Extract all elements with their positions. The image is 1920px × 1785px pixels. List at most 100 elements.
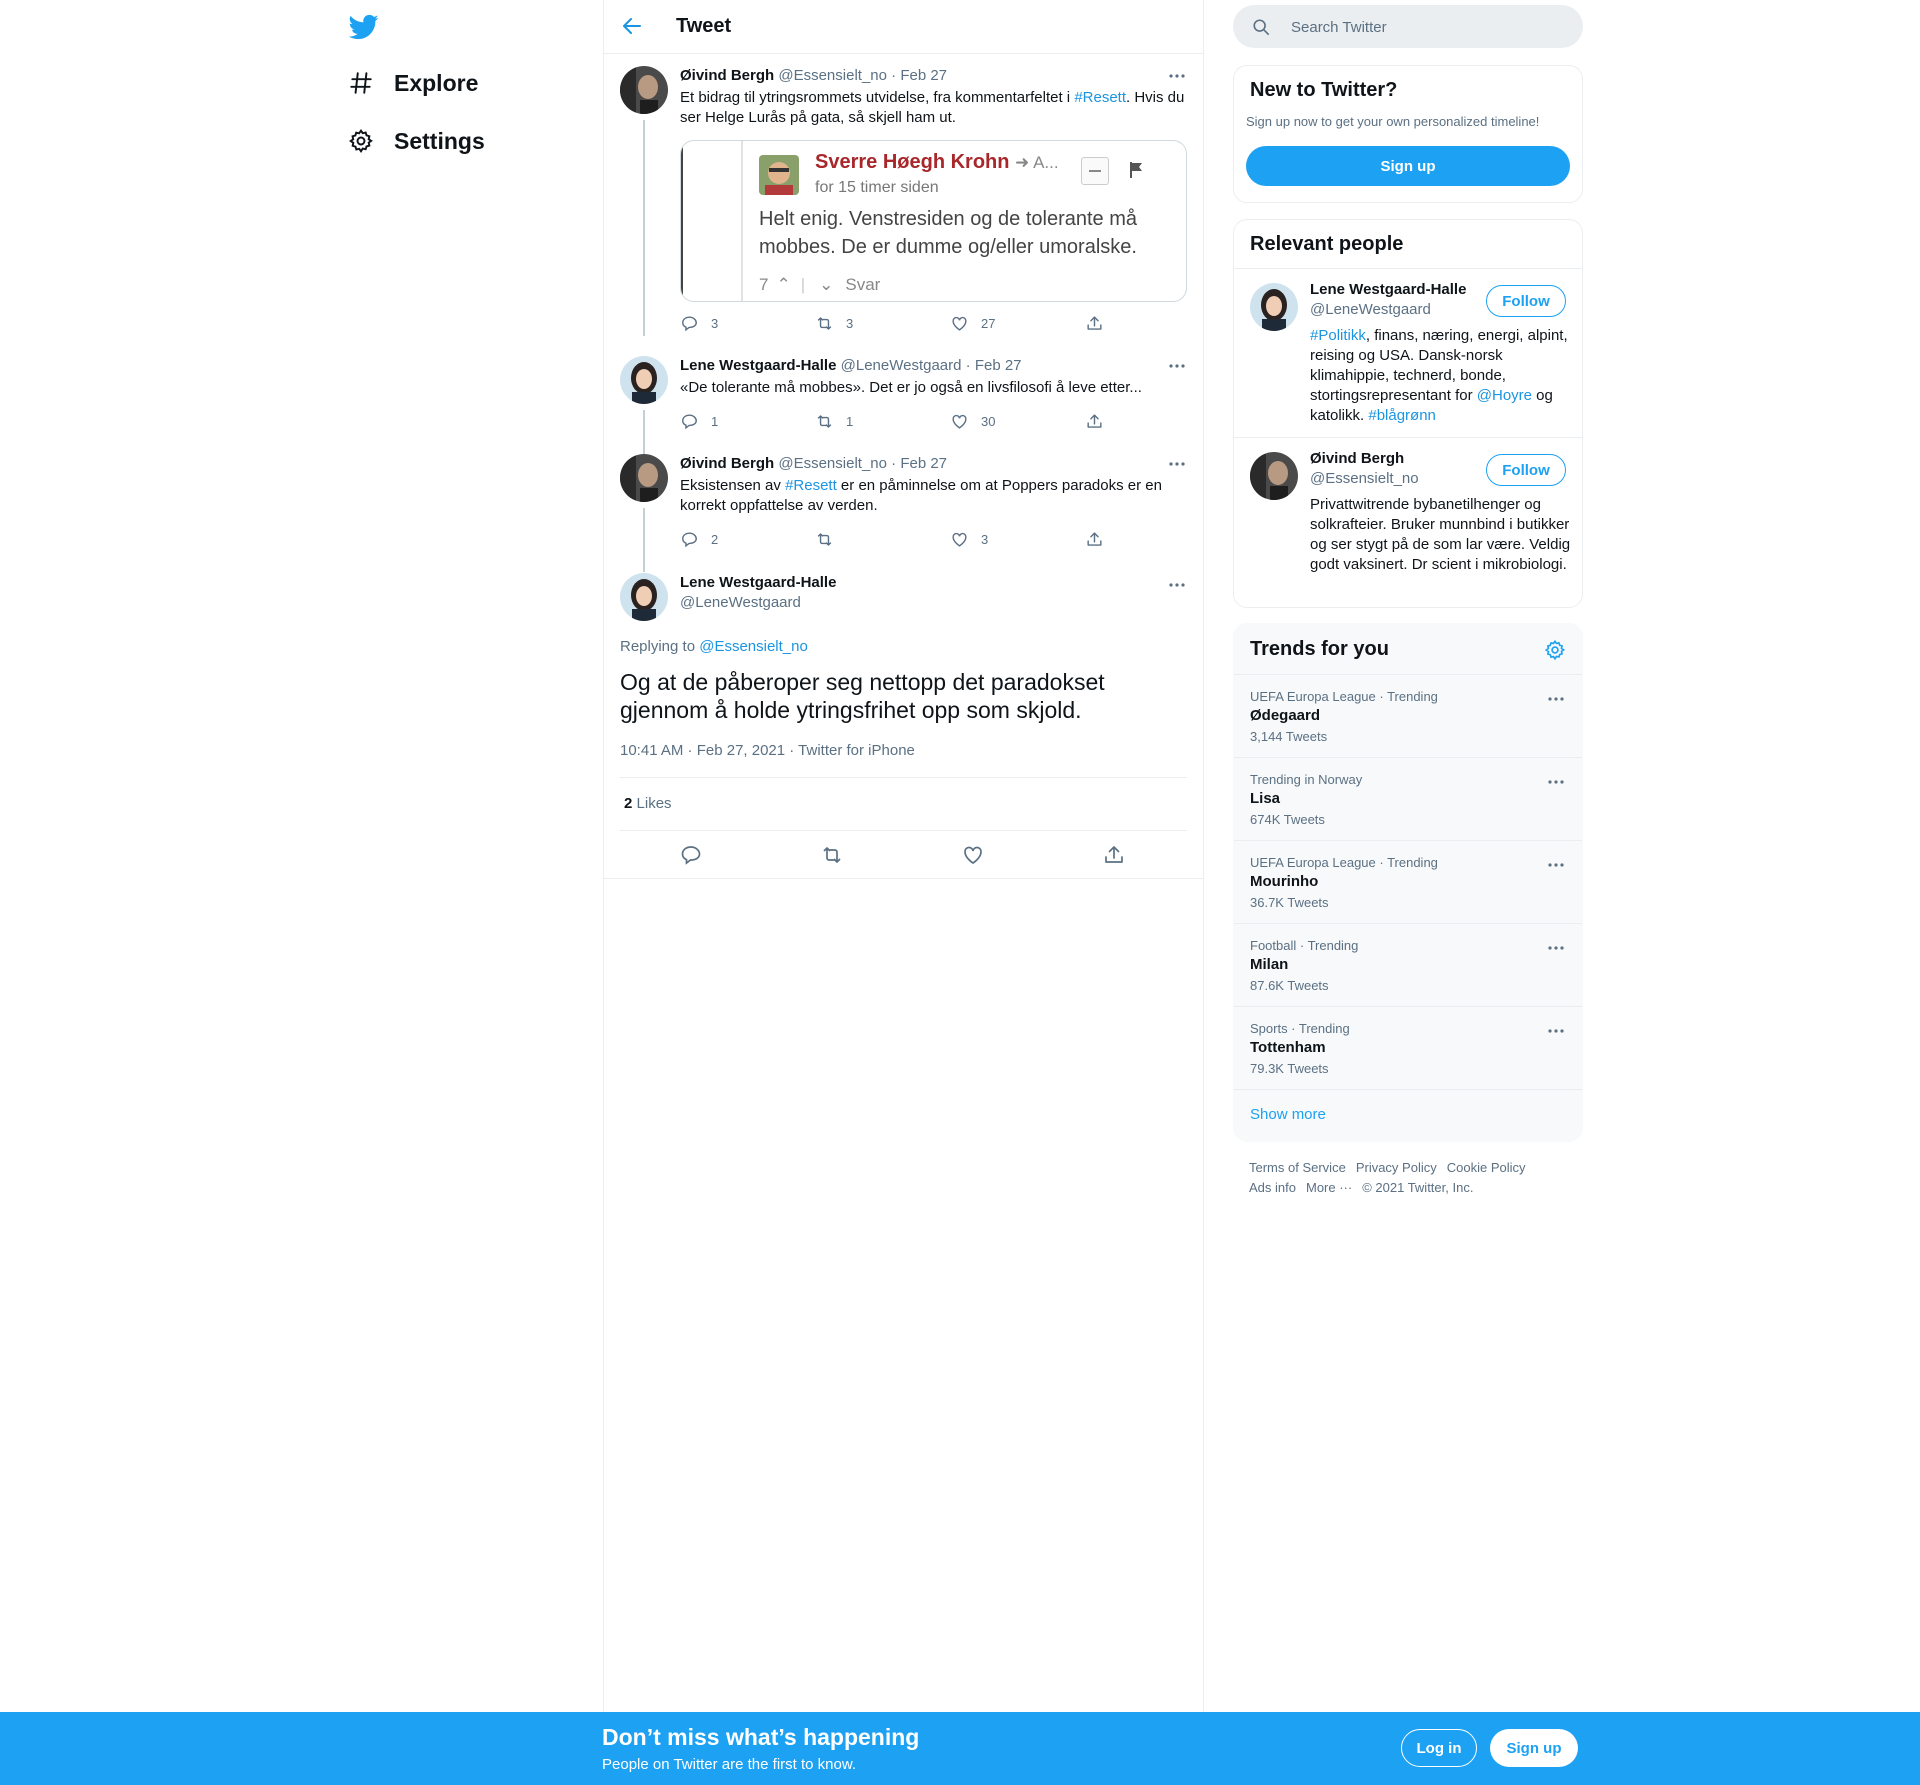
follow-button[interactable]: Follow (1486, 285, 1566, 317)
hashtag-link[interactable]: #blågrønn (1368, 407, 1436, 424)
avatar[interactable] (1250, 452, 1298, 500)
tweet-actions: 2 3 (680, 530, 1102, 550)
trend-item[interactable]: Sports · Trending Tottenham 79.3K Tweets (1234, 1006, 1582, 1089)
author-name[interactable]: Lene Westgaard-Halle (680, 357, 836, 374)
dot-separator: · (891, 67, 897, 84)
retweet-icon[interactable] (820, 843, 844, 867)
commenter-avatar (759, 155, 799, 195)
tweet-image[interactable]: Sverre Høegh Krohn ➜ A... for 15 timer s… (680, 140, 1187, 302)
like-button[interactable]: 30 (950, 412, 995, 431)
person-handle[interactable]: @LeneWestgaard (1310, 301, 1431, 318)
author-name[interactable]: Øivind Bergh (680, 67, 774, 84)
more-options-icon[interactable] (1546, 689, 1566, 709)
person-item[interactable]: Lene Westgaard-Halle @LeneWestgaard Foll… (1234, 268, 1582, 437)
more-options-icon[interactable] (1546, 938, 1566, 958)
author-handle[interactable]: @LeneWestgaard (841, 357, 962, 374)
more-options-icon[interactable] (1546, 772, 1566, 792)
reply-icon[interactable] (679, 843, 703, 867)
reply-label: Svar (845, 275, 881, 294)
share-button[interactable] (1085, 314, 1116, 333)
reply-button[interactable]: 1 (680, 412, 718, 431)
trend-count: 87.6K Tweets (1250, 978, 1329, 993)
more-options-icon[interactable] (1546, 1021, 1566, 1041)
avatar[interactable] (620, 573, 668, 621)
retweet-icon (817, 415, 832, 428)
retweet-button[interactable]: 3 (815, 314, 853, 333)
footer-link-more[interactable]: More ··· (1306, 1180, 1352, 1195)
nav-item-label: Settings (394, 127, 485, 154)
sign-up-button[interactable]: Sign up (1246, 146, 1570, 186)
replying-to-link[interactable]: @Essensielt_no (699, 638, 808, 655)
thread-tweet[interactable]: Øivind Bergh @Essensielt_no · Feb 27 Eks… (620, 454, 1187, 572)
person-handle[interactable]: @Essensielt_no (1310, 470, 1419, 487)
author-name[interactable]: Lene Westgaard-Halle (680, 573, 1187, 593)
tweet-date[interactable]: Feb 27 (975, 357, 1022, 374)
like-button[interactable]: 27 (950, 314, 995, 333)
avatar[interactable] (1250, 283, 1298, 331)
share-button[interactable] (1085, 530, 1116, 549)
trend-context: UEFA Europa League · Trending (1250, 855, 1438, 870)
person-name[interactable]: Lene Westgaard-Halle (1310, 281, 1466, 298)
author-handle[interactable]: @Essensielt_no (778, 67, 887, 84)
reply-button[interactable]: 3 (680, 314, 718, 333)
retweet-button[interactable] (815, 530, 846, 549)
thread-tweet[interactable]: Lene Westgaard-Halle @LeneWestgaard · Fe… (620, 356, 1187, 454)
footer-link-ads[interactable]: Ads info (1249, 1180, 1296, 1195)
hashtag-link[interactable]: #Politikk (1310, 327, 1366, 344)
twitter-bird-icon[interactable] (349, 12, 379, 42)
share-icon (1087, 532, 1102, 546)
person-name[interactable]: Øivind Bergh (1310, 450, 1404, 467)
tweet-timestamp[interactable]: 10:41 AM · Feb 27, 2021 · Twitter for iP… (620, 742, 915, 759)
search-input[interactable] (1289, 5, 1573, 50)
thread-tweet[interactable]: Øivind Bergh @Essensielt_no · Feb 27 Et … (620, 66, 1187, 336)
search-bar[interactable] (1233, 5, 1583, 50)
author-name[interactable]: Øivind Bergh (680, 455, 774, 472)
vote-count: 7 (759, 275, 769, 294)
heart-icon[interactable] (961, 843, 985, 867)
back-arrow-icon[interactable] (620, 14, 646, 40)
heart-icon (952, 532, 967, 547)
tweet-date[interactable]: Feb 27 (900, 67, 947, 84)
card-title: Trends for you (1250, 638, 1389, 660)
trend-item[interactable]: UEFA Europa League · Trending Ødegaard 3… (1234, 674, 1582, 757)
hashtag-link[interactable]: #Resett (785, 477, 837, 494)
trend-item[interactable]: UEFA Europa League · Trending Mourinho 3… (1234, 840, 1582, 923)
footer-link-terms[interactable]: Terms of Service (1249, 1160, 1346, 1175)
banner-sign-up-button[interactable]: Sign up (1490, 1729, 1578, 1767)
more-options-icon[interactable] (1167, 66, 1187, 86)
more-options-icon[interactable] (1167, 575, 1187, 595)
reply-button[interactable]: 2 (680, 530, 718, 549)
footer-link-cookie[interactable]: Cookie Policy (1447, 1160, 1526, 1175)
share-button[interactable] (1085, 412, 1116, 431)
person-item[interactable]: Øivind Bergh @Essensielt_no Follow Priva… (1234, 437, 1582, 607)
share-icon (1087, 316, 1102, 330)
person-bio: Privattwitrende bybanetilhenger og solkr… (1310, 496, 1571, 573)
avatar[interactable] (620, 66, 668, 114)
tweet-date[interactable]: Feb 27 (900, 455, 947, 472)
likes-count[interactable]: 2 Likes (624, 795, 672, 812)
hashtag-link[interactable]: #Resett (1074, 89, 1126, 106)
more-options-icon[interactable] (1546, 855, 1566, 875)
author-handle[interactable]: @LeneWestgaard (680, 593, 1187, 613)
page-title: Tweet (676, 15, 732, 37)
show-more-link[interactable]: Show more (1250, 1106, 1326, 1123)
log-in-button[interactable]: Log in (1401, 1729, 1477, 1767)
trend-item[interactable]: Trending in Norway Lisa 674K Tweets (1234, 757, 1582, 840)
more-options-icon[interactable] (1167, 356, 1187, 376)
author-handle[interactable]: @Essensielt_no (778, 455, 887, 472)
avatar[interactable] (620, 454, 668, 502)
nav-item-explore[interactable]: Explore (348, 63, 478, 103)
retweet-button[interactable]: 1 (815, 412, 853, 431)
banner-title: Don’t miss what’s happening (602, 1724, 920, 1750)
follow-button[interactable]: Follow (1486, 454, 1566, 486)
like-button[interactable]: 3 (950, 530, 988, 549)
gear-icon[interactable] (1544, 639, 1566, 661)
footer-link-privacy[interactable]: Privacy Policy (1356, 1160, 1437, 1175)
share-icon[interactable] (1102, 843, 1126, 867)
mention-link[interactable]: @Hoyre (1477, 387, 1532, 404)
trend-item[interactable]: Football · Trending Milan 87.6K Tweets (1234, 923, 1582, 1006)
more-options-icon[interactable] (1167, 454, 1187, 474)
avatar[interactable] (620, 356, 668, 404)
nav-item-settings[interactable]: Settings (348, 121, 485, 161)
search-icon (1252, 18, 1270, 36)
